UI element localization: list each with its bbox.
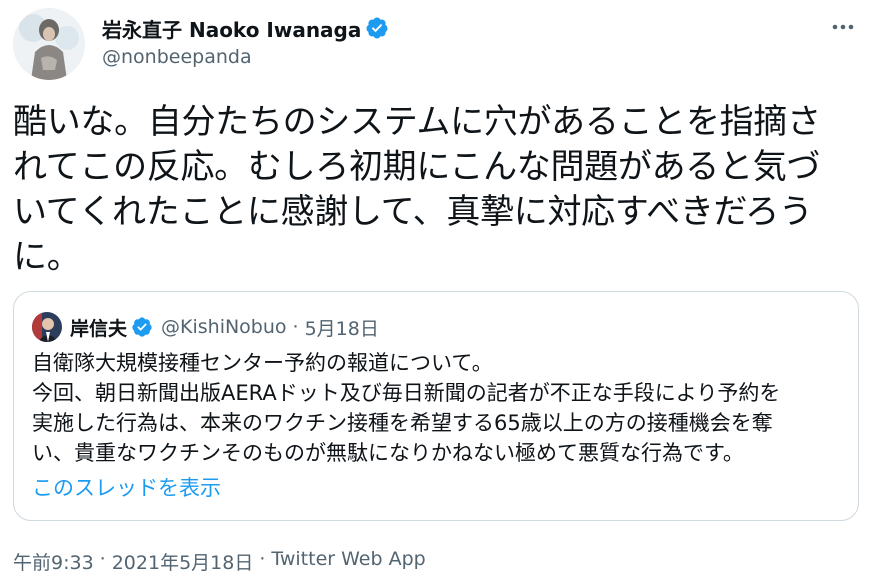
author-handle[interactable]: @nonbeepanda [102,46,252,68]
quoted-verified-badge-icon [132,317,152,337]
tweet-time[interactable]: 午前9:33 [13,548,94,575]
author-name-row: 岩永直子 Naoko Iwanaga [102,12,389,44]
tweet-date[interactable]: 2021年5月18日 [112,548,254,575]
quoted-date[interactable]: 5月18日 [305,314,379,341]
quoted-separator: · [292,316,299,338]
quoted-author-name: 岸信夫 [70,317,128,340]
meta-separator: · [99,548,106,570]
author-avatar[interactable] [13,8,85,80]
meta-separator: · [259,548,266,570]
more-icon [832,24,854,30]
more-options-button[interactable] [826,14,860,40]
tweet-source[interactable]: Twitter Web App [271,548,425,575]
tweet-card: 岩永直子 Naoko Iwanaga @nonbeepanda 酷いな。自分たち… [0,0,874,587]
quoted-author-handle: @KishiNobuo [161,316,287,338]
verified-badge-icon [366,17,388,39]
quoted-text: 自衛隊大規模接種センター予約の報道について。 今回、朝日新聞出版AERAドット及… [32,351,781,465]
tweet-meta: 午前9:33 · 2021年5月18日 · Twitter Web App [13,548,426,575]
author-name[interactable]: 岩永直子 Naoko Iwanaga [102,14,361,43]
quoted-tweet[interactable]: 岸信夫 @KishiNobuo · 5月18日 自衛隊大規模接種センター予約の報… [13,291,859,521]
quoted-header: 岸信夫 @KishiNobuo · 5月18日 [70,312,379,342]
show-thread-link[interactable]: このスレッドを表示 [32,472,221,502]
tweet-text: 酷いな。自分たちのシステムに穴があることを指摘さ れてこの反応。むしろ初期にこん… [13,102,821,277]
quoted-author-avatar [32,312,62,342]
